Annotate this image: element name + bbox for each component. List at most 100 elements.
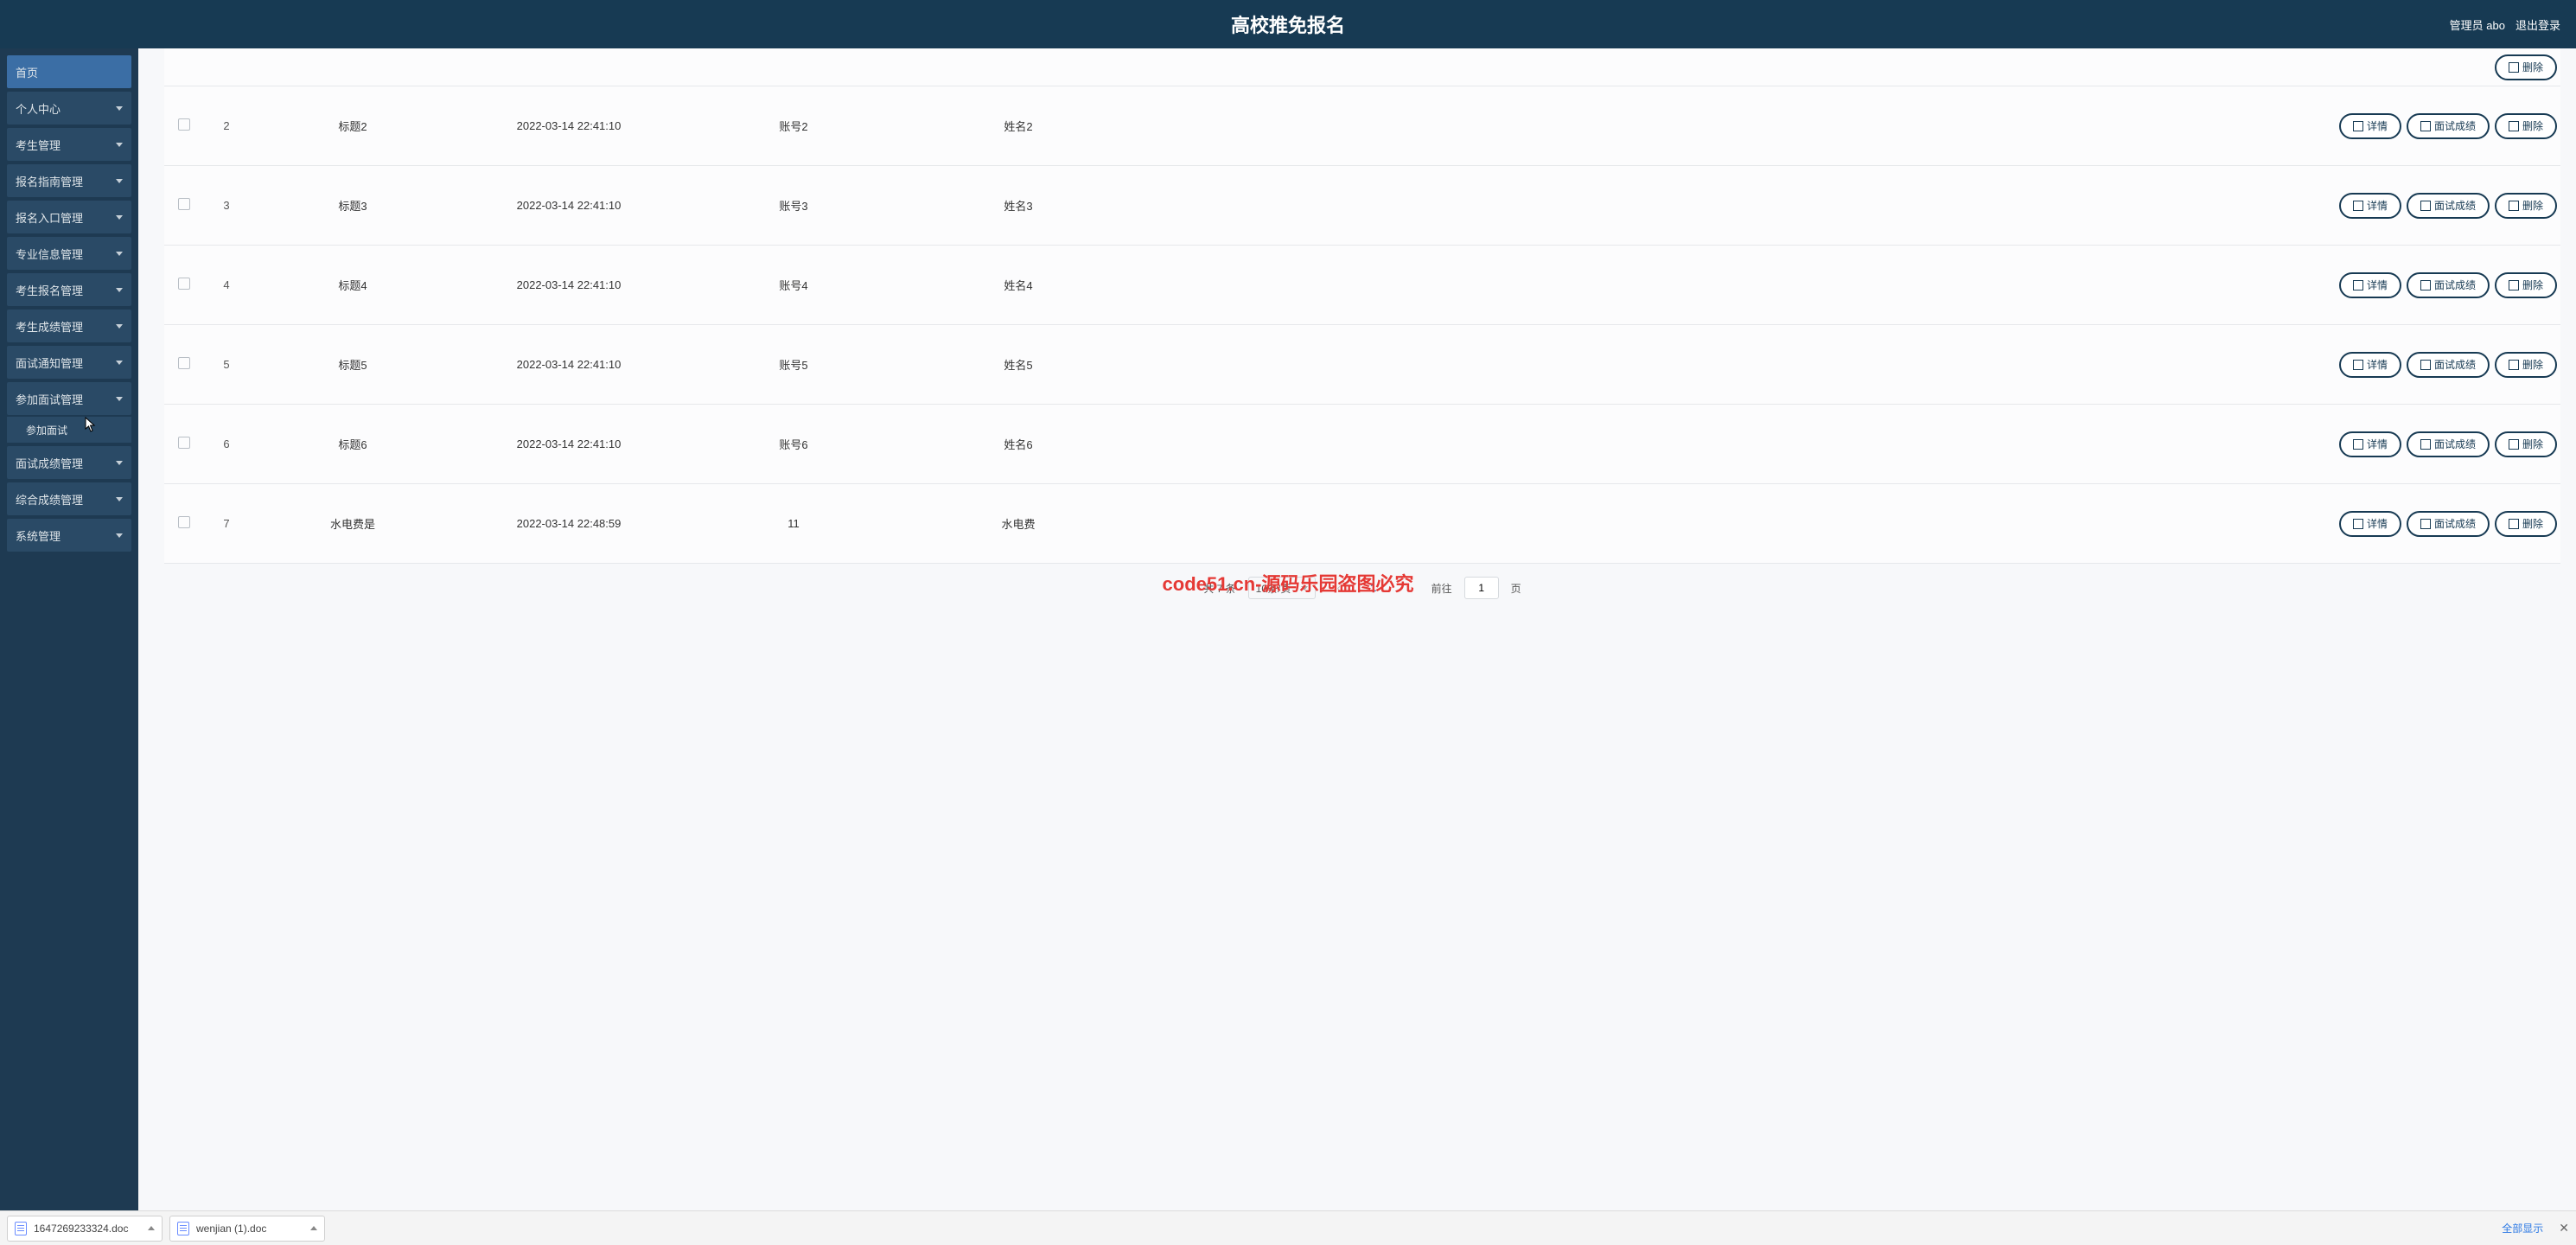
topbar: 高校推免报名 管理员 abo 退出登录 bbox=[0, 0, 2576, 48]
chevron-down-icon bbox=[116, 397, 123, 401]
sidebar-item-label: 首页 bbox=[16, 64, 38, 80]
doc-icon bbox=[2353, 280, 2363, 290]
sidebar-item-4[interactable]: 报名入口管理 bbox=[7, 201, 131, 233]
sidebar-item-label: 面试通知管理 bbox=[16, 354, 83, 371]
row-checkbox[interactable] bbox=[178, 437, 190, 449]
row-account: 账号5 bbox=[681, 353, 906, 376]
sidebar-item-9[interactable]: 参加面试管理 bbox=[7, 382, 131, 415]
row-score-button[interactable]: 面试成绩 bbox=[2407, 511, 2490, 537]
row-checkbox[interactable] bbox=[178, 118, 190, 131]
page-size-select[interactable]: 10条/页 bbox=[1248, 577, 1316, 599]
sidebar-item-6[interactable]: 考生报名管理 bbox=[7, 273, 131, 306]
trash-icon bbox=[2509, 519, 2519, 529]
chevron-down-icon bbox=[116, 361, 123, 365]
row-date: 2022-03-14 22:41:10 bbox=[456, 116, 681, 136]
row-score-button[interactable]: 面试成绩 bbox=[2407, 352, 2490, 378]
download-chip-1[interactable]: wenjian (1).doc bbox=[169, 1216, 325, 1242]
row-name: 姓名4 bbox=[906, 273, 1131, 297]
row-account: 账号2 bbox=[681, 114, 906, 137]
row-detail-button[interactable]: 详情 bbox=[2339, 272, 2401, 298]
doc-icon bbox=[2353, 519, 2363, 529]
sidebar-item-label: 报名指南管理 bbox=[16, 173, 83, 189]
download-show-all[interactable]: 全部显示 bbox=[2502, 1221, 2543, 1235]
row-delete-button[interactable]: 删除 bbox=[2495, 352, 2557, 378]
sidebar-item-8[interactable]: 面试通知管理 bbox=[7, 346, 131, 379]
sidebar-item-11[interactable]: 综合成绩管理 bbox=[7, 482, 131, 515]
doc-icon bbox=[2420, 519, 2431, 529]
sidebar-item-label: 考生管理 bbox=[16, 137, 61, 153]
row-score-button[interactable]: 面试成绩 bbox=[2407, 431, 2490, 457]
chevron-down-icon bbox=[116, 215, 123, 220]
row-detail-button[interactable]: 详情 bbox=[2339, 113, 2401, 139]
doc-icon bbox=[2420, 280, 2431, 290]
download-bar: 1647269233324.doc wenjian (1).doc 全部显示 ✕ bbox=[0, 1210, 2576, 1245]
row-delete-button[interactable]: 删除 bbox=[2495, 431, 2557, 457]
download-chip-0[interactable]: 1647269233324.doc bbox=[7, 1216, 163, 1242]
admin-label[interactable]: 管理员 abo bbox=[2450, 16, 2505, 33]
row-name: 姓名3 bbox=[906, 194, 1131, 217]
sidebar-item-5[interactable]: 专业信息管理 bbox=[7, 237, 131, 270]
sidebar-item-1[interactable]: 个人中心 bbox=[7, 92, 131, 124]
pager-next-button[interactable]: › bbox=[1397, 577, 1419, 599]
sidebar-subitem-9-0[interactable]: 参加面试 bbox=[7, 417, 131, 443]
chevron-down-icon bbox=[116, 533, 123, 538]
sidebar-item-label: 考生报名管理 bbox=[16, 282, 83, 298]
trash-icon bbox=[2509, 439, 2519, 450]
row-delete-button[interactable]: 删除 bbox=[2495, 511, 2557, 537]
main-content: 删除 2标题22022-03-14 22:41:10账号2姓名2详情面试成绩删除… bbox=[138, 48, 2576, 1210]
chevron-up-icon[interactable] bbox=[148, 1226, 155, 1230]
pager-goto-input[interactable] bbox=[1464, 577, 1499, 599]
row-name: 姓名2 bbox=[906, 114, 1131, 137]
sidebar-item-10[interactable]: 面试成绩管理 bbox=[7, 446, 131, 479]
table-row: 7水电费是2022-03-14 22:48:5911水电费详情面试成绩删除 bbox=[164, 484, 2560, 564]
sidebar-item-0[interactable]: 首页 bbox=[7, 55, 131, 88]
row-detail-button[interactable]: 详情 bbox=[2339, 193, 2401, 219]
row-checkbox[interactable] bbox=[178, 278, 190, 290]
download-file-1: wenjian (1).doc bbox=[196, 1223, 266, 1235]
pager-total: 共 7 条 bbox=[1203, 581, 1235, 596]
row-detail-button[interactable]: 详情 bbox=[2339, 431, 2401, 457]
chevron-up-icon[interactable] bbox=[310, 1226, 317, 1230]
sidebar-item-3[interactable]: 报名指南管理 bbox=[7, 164, 131, 197]
table-row: 2标题22022-03-14 22:41:10账号2姓名2详情面试成绩删除 bbox=[164, 86, 2560, 166]
row-score-button[interactable]: 面试成绩 bbox=[2407, 272, 2490, 298]
sidebar-item-label: 个人中心 bbox=[16, 100, 61, 117]
row-checkbox[interactable] bbox=[178, 357, 190, 369]
sidebar-item-2[interactable]: 考生管理 bbox=[7, 128, 131, 161]
row-account: 账号6 bbox=[681, 432, 906, 456]
row-title: 水电费是 bbox=[249, 512, 456, 535]
doc-icon bbox=[2353, 121, 2363, 131]
row-delete-button[interactable]: 删除 bbox=[2495, 272, 2557, 298]
row-score-button[interactable]: 面试成绩 bbox=[2407, 193, 2490, 219]
data-table: 2标题22022-03-14 22:41:10账号2姓名2详情面试成绩删除3标题… bbox=[164, 86, 2560, 564]
sidebar-item-12[interactable]: 系统管理 bbox=[7, 519, 131, 552]
doc-icon bbox=[2420, 201, 2431, 211]
chevron-down-icon bbox=[116, 288, 123, 292]
logout-link[interactable]: 退出登录 bbox=[2515, 16, 2560, 33]
doc-icon bbox=[2353, 360, 2363, 370]
row-account: 账号4 bbox=[681, 273, 906, 297]
row-delete-button[interactable]: 删除 bbox=[2495, 113, 2557, 139]
chevron-down-icon bbox=[116, 324, 123, 329]
row-detail-button[interactable]: 详情 bbox=[2339, 511, 2401, 537]
row1-delete-button[interactable]: 删除 bbox=[2495, 54, 2557, 80]
trash-icon bbox=[2509, 201, 2519, 211]
sidebar-item-label: 参加面试管理 bbox=[16, 391, 83, 407]
download-close-button[interactable]: ✕ bbox=[2559, 1221, 2569, 1235]
doc-icon bbox=[2420, 121, 2431, 131]
row-detail-button[interactable]: 详情 bbox=[2339, 352, 2401, 378]
row-checkbox[interactable] bbox=[178, 516, 190, 528]
sidebar-item-7[interactable]: 考生成绩管理 bbox=[7, 310, 131, 342]
pager-goto-suffix: 页 bbox=[1511, 581, 1521, 596]
row-checkbox[interactable] bbox=[178, 198, 190, 210]
file-icon bbox=[15, 1222, 27, 1235]
row-delete-button[interactable]: 删除 bbox=[2495, 193, 2557, 219]
doc-icon bbox=[2353, 201, 2363, 211]
row-title: 标题4 bbox=[249, 273, 456, 297]
row-index: 5 bbox=[204, 354, 249, 374]
row-score-button[interactable]: 面试成绩 bbox=[2407, 113, 2490, 139]
doc-icon bbox=[2420, 439, 2431, 450]
row1-delete-label: 删除 bbox=[2522, 60, 2543, 74]
row-index: 7 bbox=[204, 514, 249, 533]
pager-prev-button[interactable]: ‹ bbox=[1328, 577, 1350, 599]
